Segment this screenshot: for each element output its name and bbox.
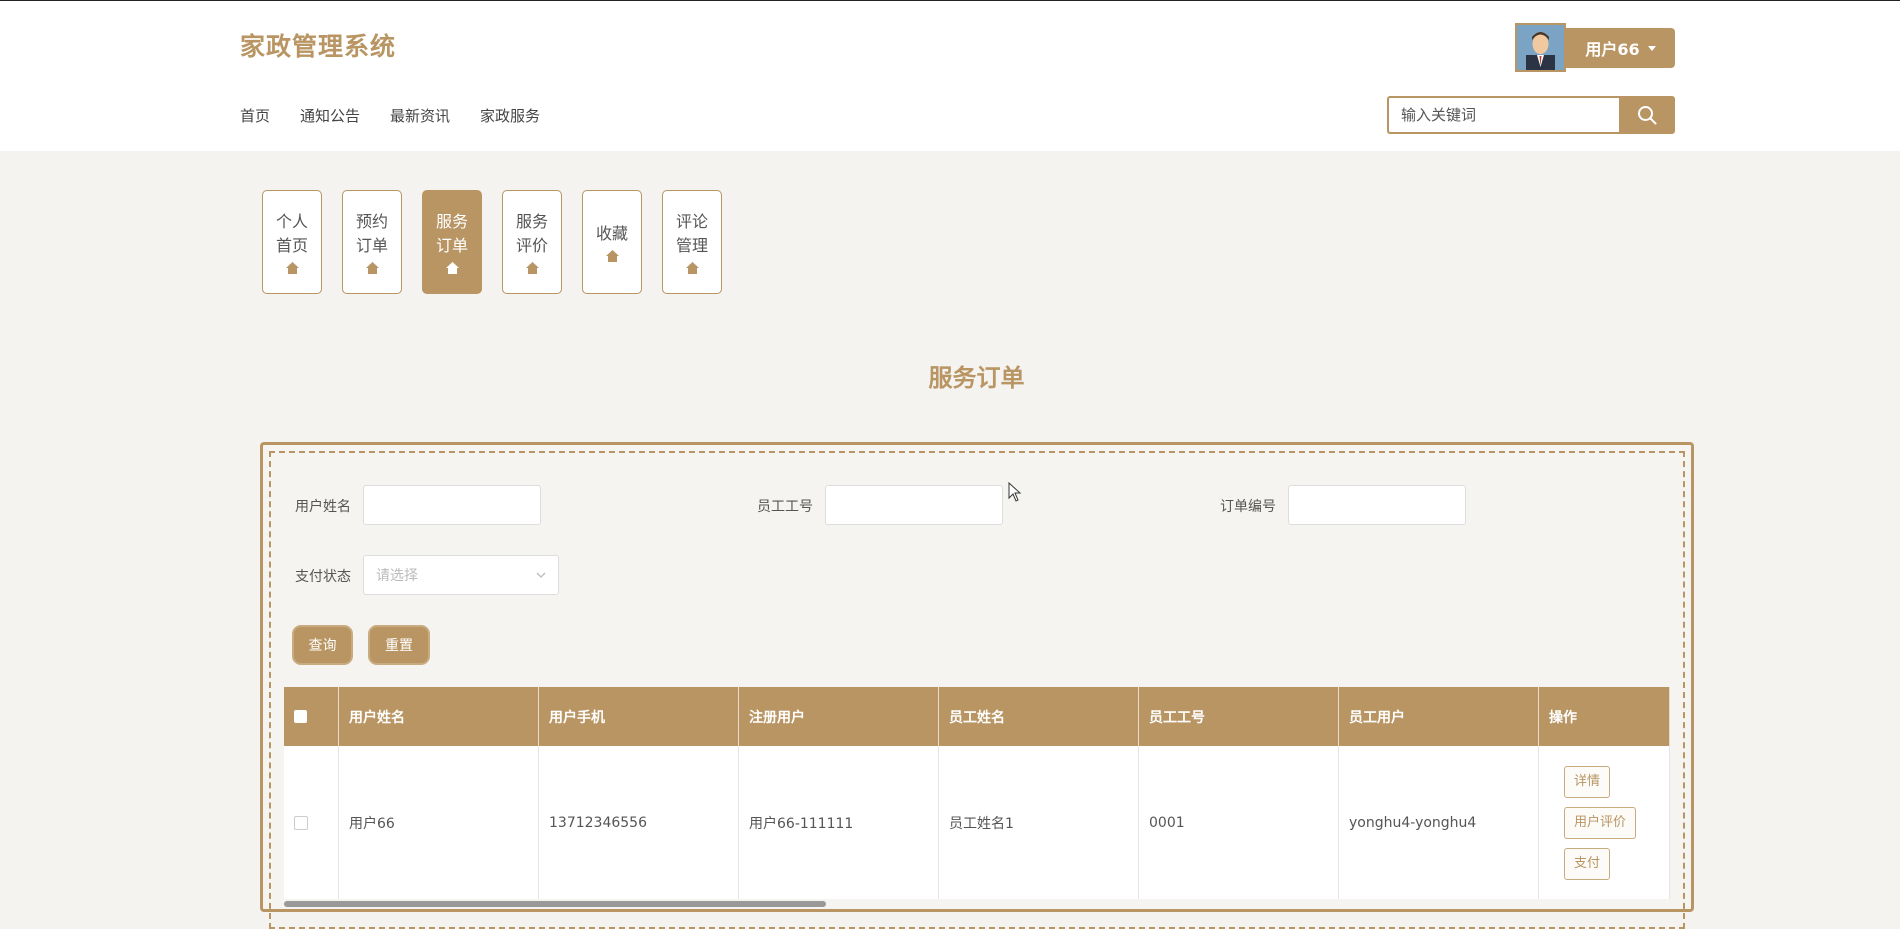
column-header: 操作 [1539,687,1670,746]
user-review-button[interactable]: 用户评价 [1564,806,1637,839]
tab-service-reviews[interactable]: 服务 评价 [502,190,562,294]
search-icon [1638,106,1657,125]
table-cell: 用户66 [339,746,539,899]
reset-button[interactable]: 重置 [368,625,430,665]
tab-label-line2: 首页 [275,236,308,255]
tab-personal-home[interactable]: 个人 首页 [262,190,322,294]
pay-status-select[interactable]: 请选择 [363,555,559,595]
user-name-label: 用户姓名 [295,499,351,515]
tab-comment-management[interactable]: 评论 管理 [662,190,722,294]
select-all-cell [284,687,339,746]
mouse-cursor-icon [1008,482,1022,502]
column-header: 员工用户 [1339,687,1539,746]
user-center-tabs: 个人首页 预约订单 服务订单 服务评价 收藏 评论管理 [262,190,722,294]
select-all-checkbox[interactable] [294,710,307,723]
tab-favorites[interactable]: 收藏 [582,190,642,294]
pay-status-placeholder: 请选择 [376,568,418,584]
row-actions: 详情 用户评价 支付 [1539,746,1670,899]
user-name-input[interactable] [363,485,541,525]
table-header: 用户姓名 用户手机 注册用户 员工姓名 员工工号 员工用户 操作 [284,687,1670,746]
search-button[interactable] [1619,96,1675,134]
column-header: 员工工号 [1139,687,1339,746]
row-checkbox[interactable] [294,815,308,830]
tab-label-line1: 服务 [515,212,548,231]
column-header: 员工姓名 [939,687,1139,746]
top-header: 家政管理系统 首页 通知公告 最新资讯 家政服务 用户66 [0,0,1900,151]
column-header: 注册用户 [739,687,939,746]
table-cell: 员工姓名1 [939,746,1139,899]
home-icon [685,262,699,274]
tab-label-line1: 评论 [675,212,708,231]
home-icon [525,262,539,274]
pay-status-label: 支付状态 [295,569,351,585]
column-header: 用户姓名 [339,687,539,746]
row-select-cell [284,746,339,899]
tab-label-line2: 管理 [675,236,708,255]
query-button[interactable]: 查询 [292,625,353,665]
nav-services[interactable]: 家政服务 [480,105,540,126]
user-menu[interactable]: 用户66 [1515,23,1675,72]
table-cell: 0001 [1139,746,1339,899]
table-cell: 用户66-111111 [739,746,939,899]
pay-button[interactable]: 支付 [1564,847,1611,880]
nav-home[interactable]: 首页 [240,105,270,126]
tab-label-line1: 预约 [355,212,388,231]
order-no-label: 订单编号 [1220,499,1276,515]
chevron-down-icon [1647,45,1656,51]
horizontal-scrollbar[interactable] [284,901,826,907]
tab-label-line2: 订单 [435,236,468,255]
avatar[interactable] [1515,23,1566,72]
order-no-input[interactable] [1288,485,1466,525]
app-title: 家政管理系统 [240,32,397,61]
nav-news[interactable]: 最新资讯 [390,105,450,126]
user-name: 用户66 [1585,40,1640,59]
user-dropdown-button[interactable]: 用户66 [1566,28,1675,68]
table-cell: yonghu4-yonghu4 [1339,746,1539,899]
orders-table: 用户姓名 用户手机 注册用户 员工姓名 员工工号 员工用户 操作 用户66 13… [284,687,1670,899]
home-icon [365,262,379,274]
tab-label-line2: 订单 [355,236,388,255]
tab-label-line1: 收藏 [595,224,628,243]
home-icon [285,262,299,274]
search-input[interactable] [1387,96,1619,134]
chevron-down-icon [536,572,546,578]
table-row: 用户66 13712346556 用户66-111111 员工姓名1 0001 … [284,746,1670,899]
tab-booking-orders[interactable]: 预约 订单 [342,190,402,294]
home-icon [445,262,459,274]
table-cell: 13712346556 [539,746,739,899]
tab-label-line2: 评价 [515,236,548,255]
column-header: 用户手机 [539,687,739,746]
home-icon [605,250,619,262]
employee-no-input[interactable] [825,485,1003,525]
employee-no-label: 员工工号 [757,499,813,515]
tab-label-line1: 个人 [275,212,308,231]
details-button[interactable]: 详情 [1564,765,1611,798]
page-title: 服务订单 [928,364,1025,392]
tab-service-orders[interactable]: 服务 订单 [422,190,482,294]
main-nav: 首页 通知公告 最新资讯 家政服务 [240,105,540,126]
nav-notices[interactable]: 通知公告 [300,105,360,126]
tab-label-line1: 服务 [435,212,468,231]
